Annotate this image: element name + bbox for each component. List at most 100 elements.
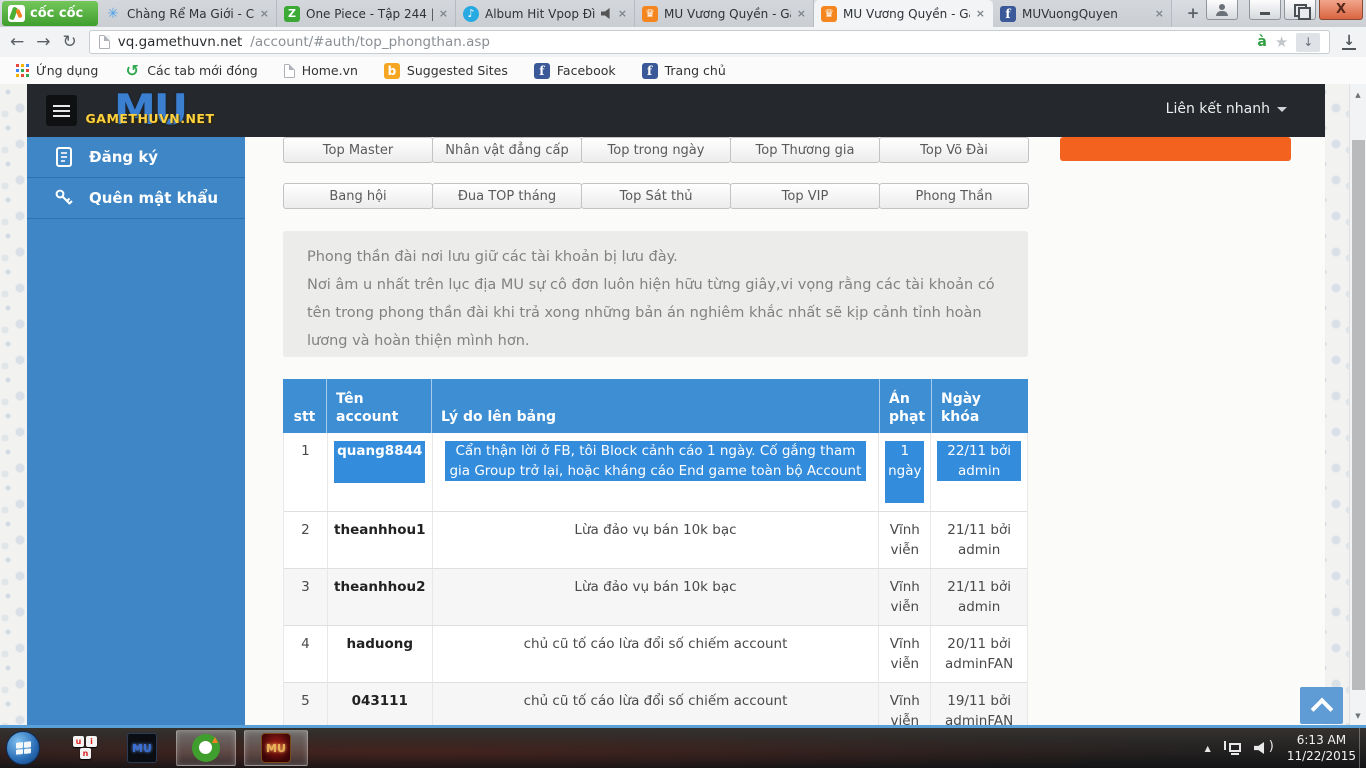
ime-indicator[interactable]: à [1257,34,1266,50]
bookmark-item[interactable]: Home.vn [284,63,358,78]
tab-favicon-icon [284,6,300,22]
browser-tab[interactable]: Album Hit Vpop Đình [456,0,635,27]
taskbar-coccoc-button[interactable] [176,730,236,766]
top-nav-row-2: Bang hội Đua TOP tháng Top Sát thủ Top V… [283,183,1028,209]
back-icon[interactable] [10,34,24,51]
minimize-button[interactable] [1249,0,1281,20]
tab-close-icon[interactable] [260,7,269,20]
screen: cốc cốc Chàng Rể Ma Giới - Chư One Piece… [0,0,1366,768]
top-nav-button[interactable]: Top VIP [730,183,880,209]
sidebar-item-register[interactable]: Đăng ký [27,137,245,178]
profile-button[interactable] [1206,0,1238,20]
cell-penalty: 1 ngày [879,433,931,511]
hidden-icons-arrow-icon[interactable] [1205,744,1211,753]
bookmark-item[interactable]: Ứng dụng [16,63,98,78]
top-nav-button[interactable]: Đua TOP tháng [432,183,582,209]
page-icon [99,35,110,49]
top-nav-button[interactable]: Top Võ Đài [879,137,1029,163]
coccoc-menu-button[interactable]: cốc cốc [2,1,98,26]
network-icon[interactable] [1224,741,1241,755]
bookmark-label: Facebook [557,63,616,78]
cell-account: quang8844 [328,433,433,511]
reload-icon[interactable] [63,34,77,51]
browser-tab[interactable]: One Piece - Tập 244 | Vi [277,0,456,27]
top-nav-button[interactable]: Top Sát thủ [581,183,731,209]
tab-close-icon[interactable] [618,7,627,20]
browser-tab[interactable]: Chàng Rể Ma Giới - Chư [98,0,277,27]
table-row[interactable]: 5 043111 chủ cũ tố cáo lừa đổi số chiếm … [284,683,1027,725]
top-nav-button[interactable]: Nhân vật đẳng cấp [432,137,582,163]
tab-title: MU Vương Quyền - Gam [664,7,791,21]
browser-scrollbar[interactable] [1349,84,1366,725]
top-nav-button[interactable]: Phong Thần [879,183,1029,209]
top-nav-button[interactable]: Top Thương gia [730,137,880,163]
bookmark-star-icon[interactable] [1275,33,1288,51]
quick-links-label: Liên kết nhanh [1166,101,1270,117]
scrollbar-up-icon[interactable] [1350,91,1366,99]
bookmark-label: Home.vn [302,63,358,78]
tab-close-icon[interactable] [797,7,806,20]
tab-favicon-icon [463,6,479,22]
bookmarks-bar: Ứng dụng Các tab mới đóng Home.vn Sugges… [0,57,1366,84]
bookmark-item[interactable]: Facebook [534,63,616,79]
key-icon [54,187,74,209]
address-bar[interactable]: vq.gamethuvn.net /account/#auth/top_phon… [89,30,1331,54]
window-controls [1206,0,1363,20]
hamburger-menu-icon[interactable] [46,95,77,126]
bookmark-item[interactable]: Trang chủ [642,63,726,79]
table-row[interactable]: 4 haduong chủ cũ tố cáo lừa đổi số chiếm… [284,626,1027,683]
forward-icon[interactable] [36,34,50,51]
browser-tab[interactable]: MUVuongQuyen [993,0,1172,27]
tab-close-icon[interactable] [439,7,448,20]
start-button[interactable] [6,731,40,765]
tab-close-icon[interactable] [976,7,985,20]
quick-links-dropdown[interactable]: Liên kết nhanh [1166,101,1287,117]
scrollbar-thumb[interactable] [1352,140,1365,690]
sidebar-item-forgot-password[interactable]: Quên mật khẩu [27,178,245,219]
taskbar-unikey-button[interactable]: u i n [58,730,114,766]
top-nav-button[interactable]: Bang hội [283,183,433,209]
cell-stt: 3 [284,569,328,625]
tab-close-icon[interactable] [1155,7,1164,20]
volume-icon[interactable] [1254,741,1274,755]
col-header-stt: stt [283,379,327,433]
scrollbar-down-icon[interactable] [1350,712,1366,720]
logo-domain-text: GAMETHUVN.NET [85,111,215,126]
orange-banner-button[interactable] [1060,137,1291,161]
browser-tab[interactable]: MU Vương Quyền - Gam [814,0,993,27]
site-logo[interactable]: MU GAMETHUVN.NET [85,86,215,136]
bookmark-item[interactable]: Suggested Sites [384,63,508,79]
bookmark-icon [642,63,658,79]
scroll-to-top-button[interactable] [1300,687,1343,724]
downloads-dropdown-icon[interactable] [1296,33,1320,52]
close-button[interactable] [1319,0,1363,20]
new-tab-button[interactable] [1180,4,1206,22]
cell-penalty: Vĩnh viễn [879,683,931,725]
tab-audio-icon [601,8,612,19]
table-header-row: stt Tên account Lý do lên bảng Án phạt N… [283,379,1028,433]
browser-tab[interactable]: MU Vương Quyền - Gam [635,0,814,27]
brand-label: cốc cốc [30,6,83,21]
tab-title: Album Hit Vpop Đình [485,7,595,21]
description-line: Nhấn vào dòng thông tin để xem ảnh kèo t… [307,355,1004,357]
taskbar-clock[interactable]: 6:13 AM 11/22/2015 [1287,732,1356,764]
download-icon[interactable] [1342,35,1356,50]
restore-button[interactable] [1284,0,1316,20]
table-row[interactable]: 2 theanhhou1 Lừa đảo vụ bán 10k bạc Vĩnh… [284,512,1027,569]
bookmark-item[interactable]: Các tab mới đóng [124,63,257,79]
tab-favicon-icon [105,6,121,22]
table-row[interactable]: 1 quang8844 Cẩn thận lời ở FB, tôi Block… [284,433,1027,512]
show-desktop-button[interactable] [1359,728,1366,768]
browser-tabstrip: cốc cốc Chàng Rể Ma Giới - Chư One Piece… [0,0,1366,27]
taskbar-mu-launcher-button[interactable]: MU [114,730,170,766]
bookmark-icon [284,64,295,78]
taskbar-mu-game-button[interactable]: MU [244,730,308,766]
tab-title: Chàng Rể Ma Giới - Chư [127,7,254,21]
bookmark-label: Trang chủ [665,63,726,78]
tab-favicon-icon [642,6,658,22]
col-header-penalty: Án phạt [880,379,932,433]
page-viewport: MU GAMETHUVN.NET Liên kết nhanh Đăng ký [0,84,1366,725]
top-nav-button[interactable]: Top trong ngày [581,137,731,163]
table-row[interactable]: 3 theanhhou2 Lừa đảo vụ bán 10k bạc Vĩnh… [284,569,1027,626]
top-nav-button[interactable]: Top Master [283,137,433,163]
